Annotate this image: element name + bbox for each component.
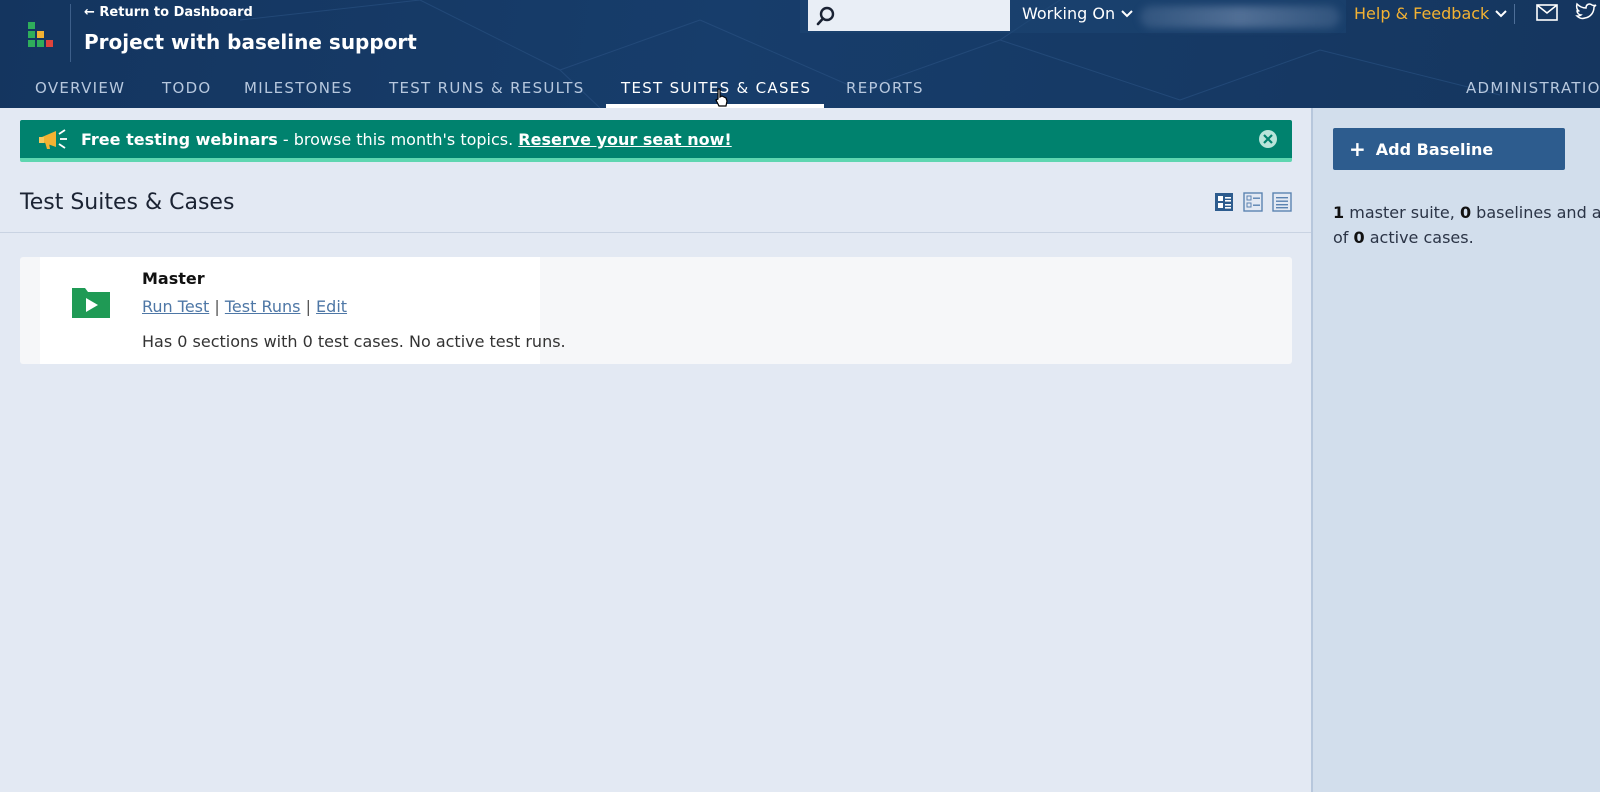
return-to-dashboard-link[interactable]: ← Return to Dashboard [84, 5, 253, 20]
hand-cursor-icon [715, 88, 728, 107]
summary-text: active cases. [1364, 228, 1474, 247]
webinar-banner: Free testing webinars - browse this mont… [20, 120, 1292, 162]
tab-overview[interactable]: OVERVIEW [35, 79, 125, 97]
app-logo[interactable] [28, 22, 56, 50]
view-list-button[interactable] [1272, 192, 1292, 212]
working-on-dropdown[interactable]: Working On [1022, 4, 1133, 23]
view-detailed-button[interactable] [1214, 192, 1234, 212]
tab-milestones[interactable]: MILESTONES [244, 79, 353, 97]
banner-text: - browse this month's topics. [277, 130, 519, 149]
plus-icon: + [1349, 137, 1366, 161]
help-feedback-label: Help & Feedback [1354, 4, 1490, 23]
search-input[interactable] [808, 0, 1010, 31]
summary-text: of [1333, 228, 1354, 247]
baseline-count: 0 [1459, 203, 1472, 222]
suite-summary: 1 master suite, 0 baselines and a to of … [1333, 200, 1600, 250]
tab-administration[interactable]: ADMINISTRATIO [1466, 79, 1600, 97]
suite-folder-icon [72, 288, 110, 318]
chevron-down-icon [1495, 9, 1508, 17]
help-feedback-dropdown[interactable]: Help & Feedback [1354, 4, 1508, 23]
test-runs-link[interactable]: Test Runs [225, 297, 301, 316]
tab-reports[interactable]: REPORTS [846, 79, 924, 97]
right-sidebar: + Add Baseline 1 master suite, 0 baseline… [1311, 108, 1600, 792]
active-count: 0 [1353, 228, 1365, 247]
title-divider [0, 232, 1312, 233]
tab-todo[interactable]: TODO [162, 79, 212, 97]
view-toggle-group [1214, 192, 1292, 212]
suite-card-content: Master Run Test | Test Runs | Edit Has 0… [40, 257, 566, 364]
chevron-down-icon [1121, 9, 1133, 17]
close-icon[interactable] [1258, 129, 1278, 149]
banner-bold-text: Free testing webinars [81, 130, 278, 149]
suite-name[interactable]: Master [142, 269, 205, 288]
suite-card: Master Run Test | Test Runs | Edit Has 0… [20, 257, 1292, 364]
master-count: 1 [1333, 203, 1345, 222]
detailed-view-icon [1215, 193, 1233, 211]
main-nav: OVERVIEW TODO MILESTONES TEST RUNS & RES… [0, 76, 1600, 108]
link-separator: | [214, 297, 220, 316]
page-title: Test Suites & Cases [20, 190, 235, 215]
summary-text: baselines and a to [1476, 203, 1600, 222]
tab-test-runs-results[interactable]: TEST RUNS & RESULTS [389, 79, 585, 97]
header-icons-divider [1514, 4, 1515, 24]
suite-actions: Run Test | Test Runs | Edit [142, 297, 347, 316]
search-icon [816, 6, 835, 26]
reserve-seat-link[interactable]: Reserve your seat now! [518, 130, 731, 149]
add-baseline-label: Add Baseline [1375, 140, 1494, 159]
link-separator: | [305, 297, 311, 316]
banner-message: Free testing webinars - browse this mont… [81, 130, 732, 149]
top-header: ← Return to Dashboard Project with basel… [0, 0, 1600, 108]
compact-view-icon [1243, 192, 1263, 212]
view-compact-button[interactable] [1243, 192, 1263, 212]
add-baseline-button[interactable]: + Add Baseline [1333, 128, 1565, 170]
list-view-icon [1272, 192, 1292, 212]
working-on-label: Working On [1022, 4, 1116, 23]
edit-link[interactable]: Edit [316, 297, 347, 316]
twitter-icon[interactable] [1575, 2, 1597, 22]
suite-description: Has 0 sections with 0 test cases. No act… [142, 332, 566, 351]
mail-icon[interactable] [1536, 4, 1558, 21]
header-divider [70, 4, 71, 62]
megaphone-icon [39, 129, 67, 149]
project-title: Project with baseline support [84, 30, 417, 54]
run-test-link[interactable]: Run Test [142, 297, 209, 316]
user-name-blurred[interactable] [1140, 6, 1340, 28]
summary-text: master suite, [1344, 203, 1460, 222]
